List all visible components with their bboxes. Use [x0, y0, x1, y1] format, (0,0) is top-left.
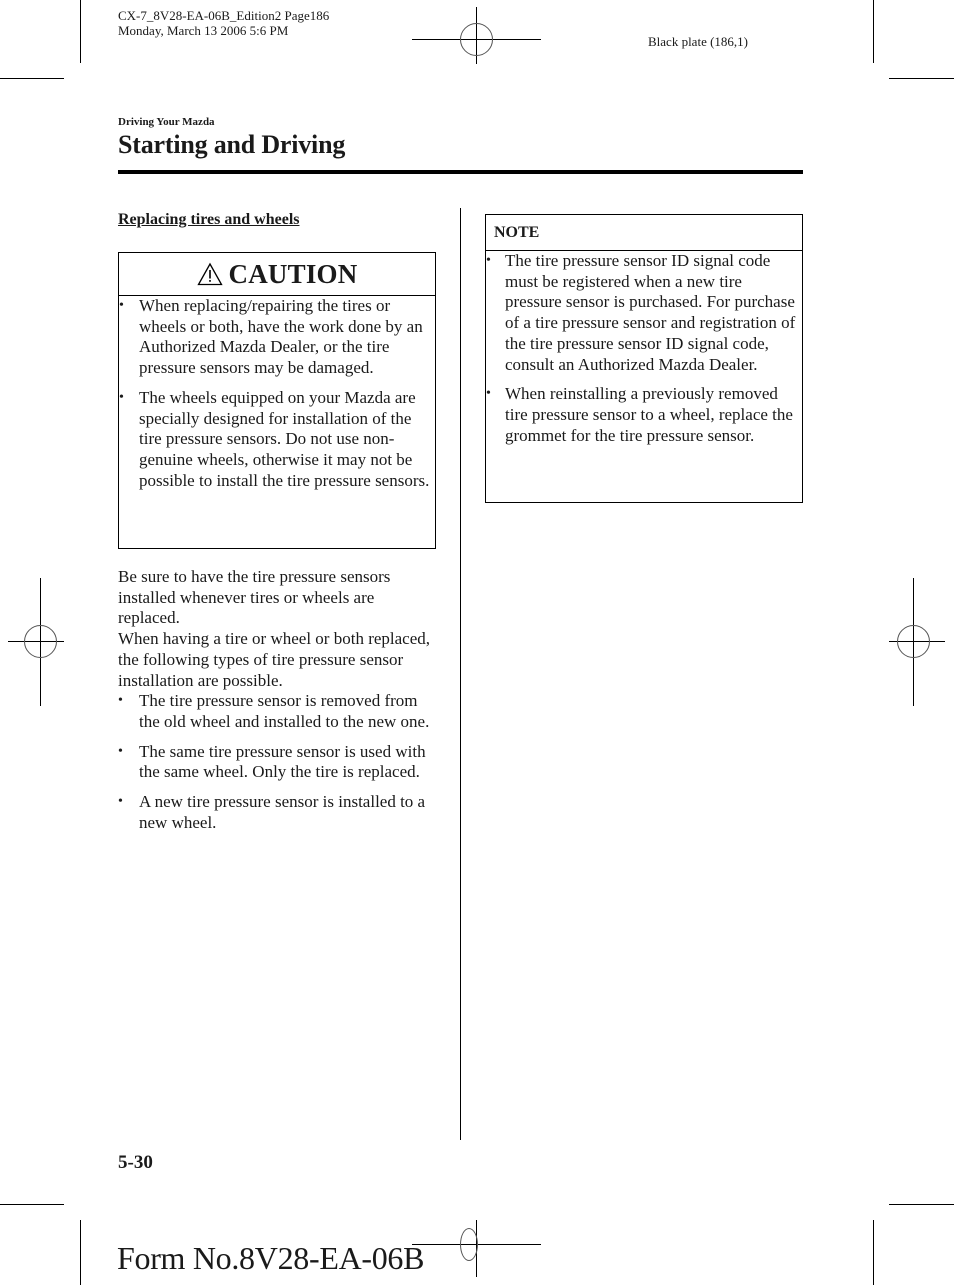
crop-mark-top-left-horizontal [0, 78, 64, 79]
note-item: • When reinstalling a previously removed… [486, 384, 802, 446]
crop-mark-top-left-vertical [80, 0, 81, 63]
list-item-text: The same tire pressure sensor is used wi… [139, 741, 426, 782]
list-item: • The tire pressure sensor is removed fr… [118, 691, 438, 732]
print-slug-line2: Monday, March 13 2006 5:6 PM [118, 23, 289, 38]
print-slug: CX-7_8V28-EA-06B_Edition2 Page186 Monday… [118, 8, 329, 38]
bullet-icon: • [119, 298, 124, 313]
crop-mark-bottom-left-horizontal [0, 1204, 64, 1205]
caution-box: CAUTION • When replacing/repairing the t… [118, 252, 436, 549]
warning-triangle-icon [196, 262, 223, 286]
title-rule [118, 170, 803, 174]
caution-title: CAUTION [228, 258, 358, 289]
note-item-text: The tire pressure sensor ID signal code … [505, 251, 796, 374]
body-text: Be sure to have the tire pressure sensor… [118, 567, 438, 842]
section-label: Driving Your Mazda [118, 116, 215, 128]
bullet-icon: • [486, 386, 491, 402]
caution-item-text: The wheels equipped on your Mazda are sp… [139, 387, 430, 490]
page-title: Starting and Driving [118, 130, 346, 159]
note-item-text: When reinstalling a previously removed t… [505, 384, 793, 445]
form-number: Form No.8V28-EA-06B [117, 1240, 425, 1276]
paragraph: Be sure to have the tire pressure sensor… [118, 567, 391, 628]
list-item-text: A new tire pressure sensor is installed … [139, 792, 426, 832]
bullet-icon: • [118, 743, 123, 759]
crop-mark-bottom-right-vertical [873, 1220, 874, 1285]
crop-mark-top-right-horizontal [889, 78, 954, 79]
bullet-icon: • [486, 253, 491, 268]
installation-types-list: • The tire pressure sensor is removed fr… [118, 691, 438, 833]
note-item: • The tire pressure sensor ID signal cod… [486, 251, 802, 375]
caution-item: • The wheels equipped on your Mazda are … [119, 388, 435, 492]
subheading-replacing-tires: Replacing tires and wheels [118, 211, 300, 228]
bullet-icon: • [118, 794, 123, 810]
bullet-icon: • [118, 693, 123, 709]
bullet-icon: • [119, 389, 124, 405]
caution-list: • When replacing/repairing the tires or … [119, 296, 435, 491]
note-title: NOTE [486, 215, 802, 251]
page-number: 5-30 [118, 1152, 153, 1173]
note-list: • The tire pressure sensor ID signal cod… [486, 251, 802, 446]
crop-mark-top-right-vertical [873, 0, 874, 63]
black-plate-label: Black plate (186,1) [648, 34, 748, 49]
caution-item: • When replacing/repairing the tires or … [119, 296, 435, 379]
list-item: • The same tire pressure sensor is used … [118, 742, 438, 783]
paragraph: When having a tire or wheel or both repl… [118, 629, 431, 690]
column-divider [460, 208, 461, 1140]
caution-item-text: When replacing/repairing the tires or wh… [139, 296, 423, 378]
list-item-text: The tire pressure sensor is removed from… [139, 691, 430, 731]
list-item: • A new tire pressure sensor is installe… [118, 792, 438, 833]
print-slug-line1: CX-7_8V28-EA-06B_Edition2 Page186 [118, 8, 330, 23]
crop-mark-bottom-right-horizontal [889, 1204, 954, 1205]
note-box: NOTE • The tire pressure sensor ID signa… [485, 214, 803, 503]
crop-mark-bottom-left-vertical [80, 1220, 81, 1285]
caution-header: CAUTION [119, 253, 435, 296]
